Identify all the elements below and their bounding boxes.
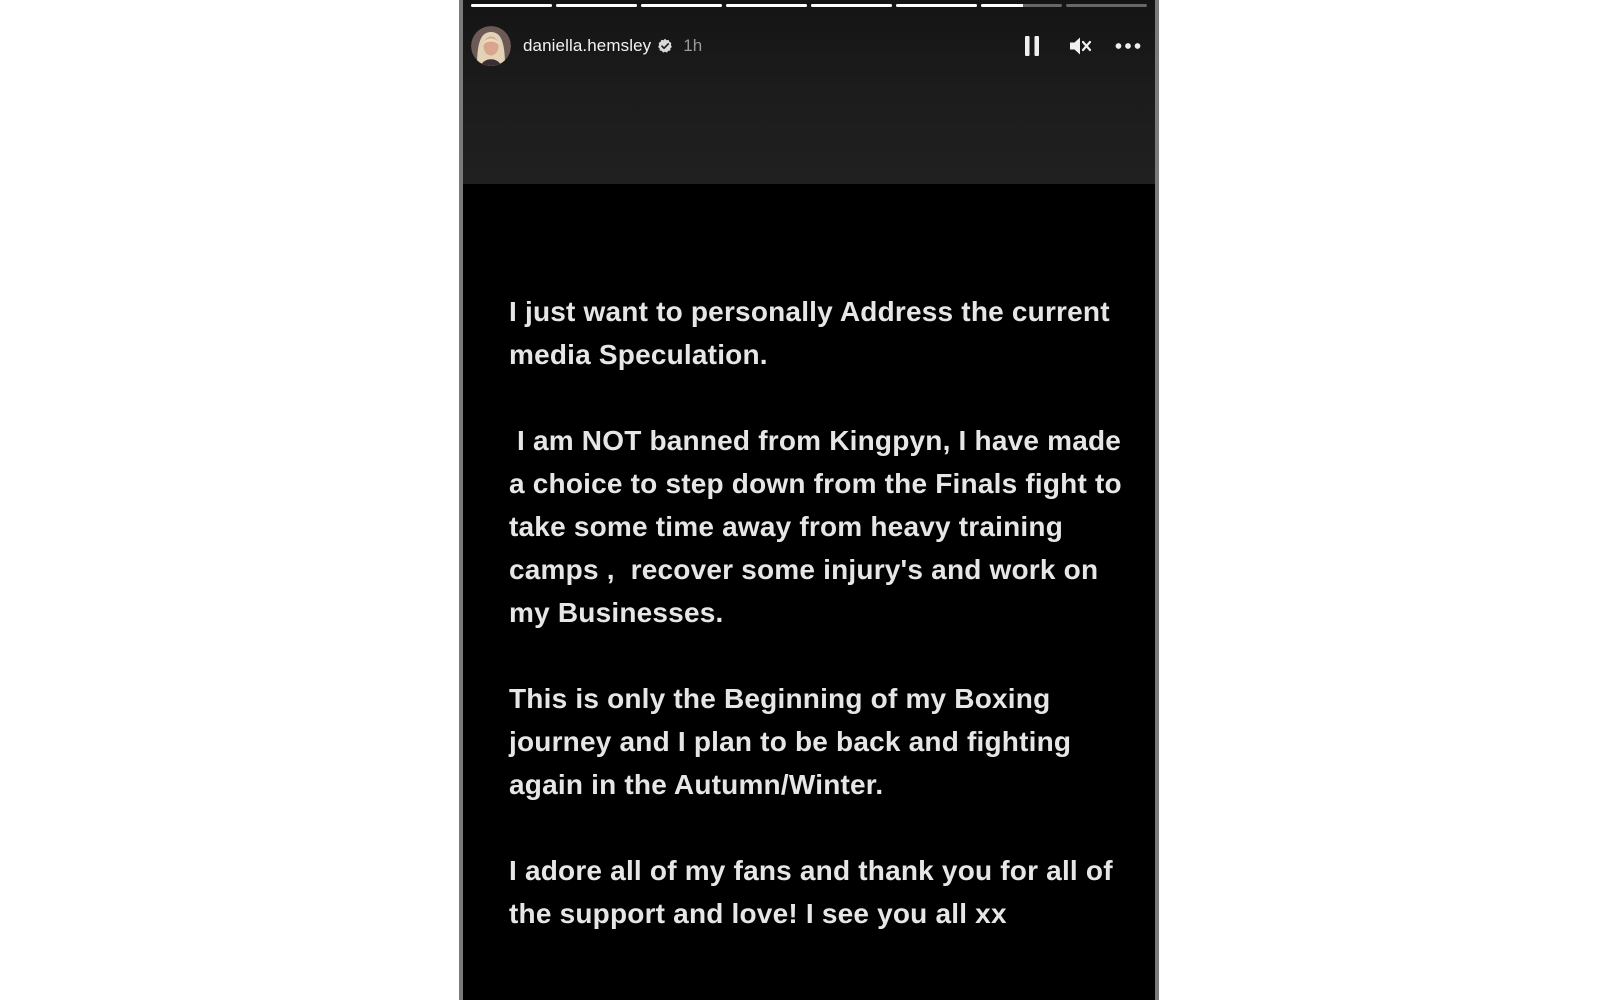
story-progress-bar: [471, 4, 1147, 7]
message-paragraph-2: I am NOT banned from Kingpyn, I have mad…: [509, 425, 1130, 628]
progress-segment-fill: [641, 4, 722, 7]
pause-icon: [1025, 36, 1039, 56]
muted-speaker-icon: [1070, 37, 1092, 55]
progress-segment: [981, 4, 1062, 7]
username[interactable]: daniella.hemsley: [523, 36, 651, 56]
avatar[interactable]: [471, 26, 511, 66]
progress-segment-fill: [811, 4, 892, 7]
progress-segment: [811, 4, 892, 7]
pause-button[interactable]: [1019, 33, 1045, 59]
progress-segment-fill: [981, 4, 1024, 7]
message-paragraph-3: This is only the Beginning of my Boxing …: [509, 683, 1080, 800]
progress-segment-fill: [896, 4, 977, 7]
progress-segment-fill: [556, 4, 637, 7]
progress-segment-fill: [726, 4, 807, 7]
progress-segment: [1066, 4, 1147, 7]
more-horizontal-icon: [1115, 43, 1141, 49]
post-time: 1h: [683, 36, 703, 55]
progress-segment: [471, 4, 552, 7]
verified-badge-icon: [657, 38, 673, 54]
more-options-button[interactable]: [1115, 33, 1141, 59]
story-right-border: [1155, 0, 1159, 1000]
avatar-image: [471, 26, 511, 66]
story-topbar: daniella.hemsley 1h: [471, 24, 1147, 68]
story-header-band: daniella.hemsley 1h: [463, 0, 1155, 184]
message-paragraph-4: I adore all of my fans and thank you for…: [509, 855, 1121, 929]
progress-segment: [556, 4, 637, 7]
progress-segment: [641, 4, 722, 7]
progress-segment: [896, 4, 977, 7]
story-viewer: daniella.hemsley 1h I just want to perso…: [459, 0, 1159, 1000]
progress-segment: [726, 4, 807, 7]
message-paragraph-1: I just want to personally Address the cu…: [509, 296, 1118, 370]
story-message: I just want to personally Address the cu…: [509, 290, 1129, 978]
story-controls: [1019, 33, 1141, 59]
progress-segment-fill: [471, 4, 552, 7]
mute-button[interactable]: [1067, 33, 1093, 59]
